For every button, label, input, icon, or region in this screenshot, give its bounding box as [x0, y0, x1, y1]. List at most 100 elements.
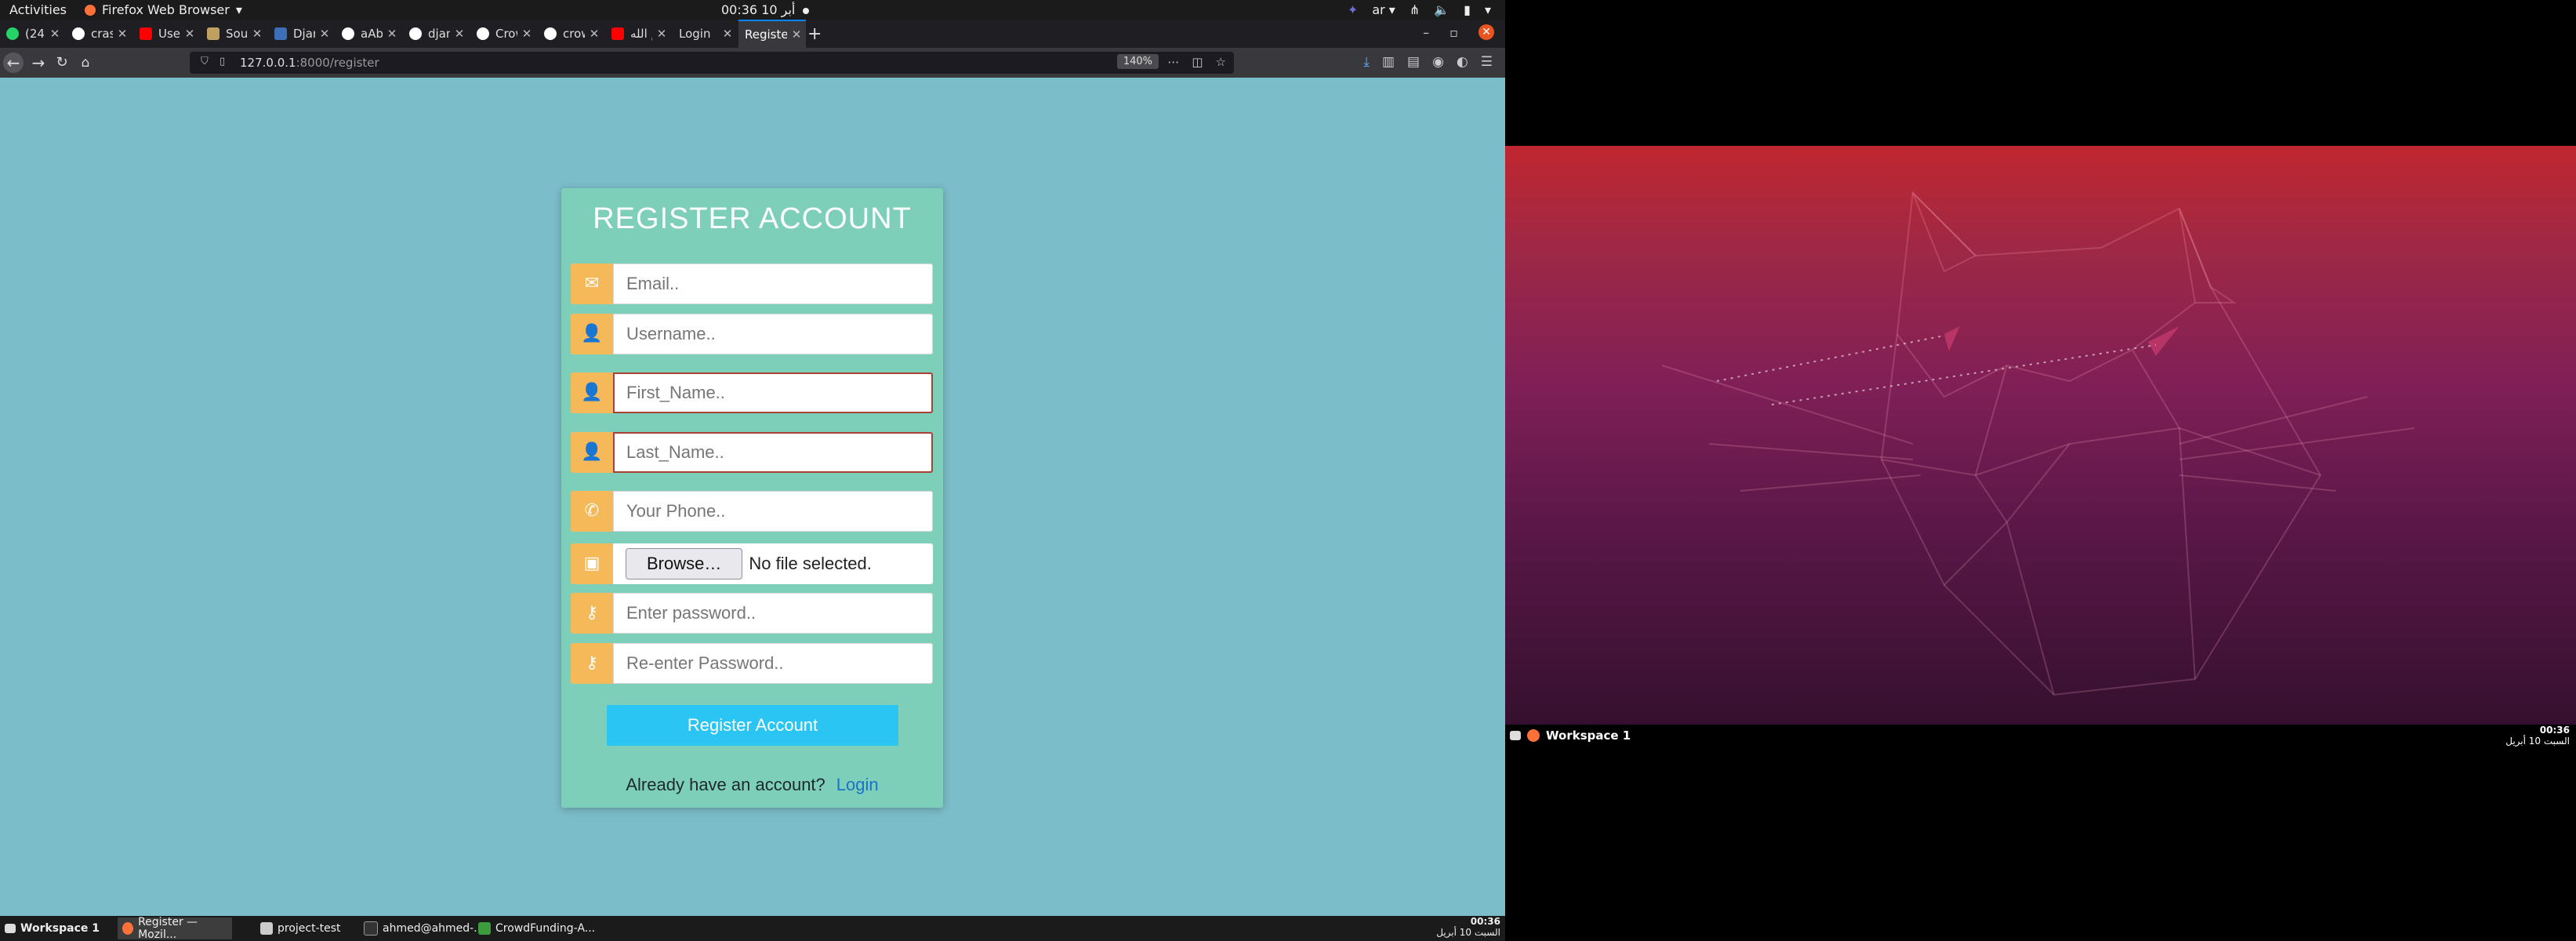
image-file-input[interactable]: Browse… No file selected.: [613, 543, 933, 584]
tracking-shield-icon[interactable]: ⛉: [201, 56, 209, 67]
top-clock[interactable]: 00:36 أبر 10: [721, 2, 810, 17]
close-window-button[interactable]: ✕: [1478, 24, 1494, 40]
pocket-icon[interactable]: ◫: [1192, 55, 1203, 69]
task-firefox-register[interactable]: Register — Mozil...: [118, 916, 232, 941]
workspace-label: Workspace 1: [20, 922, 100, 935]
tab-django-project[interactable]: Django Project✕: [268, 20, 334, 48]
workspace-switcher[interactable]: Workspace 1: [0, 917, 104, 939]
language-label: ar: [1372, 2, 1385, 17]
toolbar-icons: ⤓ ▥ ▤ ◉ ◐ ☰: [1363, 54, 1493, 70]
close-tab-icon[interactable]: ✕: [450, 27, 469, 41]
tab-whatsapp[interactable]: (24) WhatsApp✕: [0, 20, 64, 48]
login-prompt: Already have an account? Login: [561, 775, 943, 795]
focal-fossa-illustration: [1661, 191, 2415, 696]
new-tab-button[interactable]: +: [807, 24, 822, 44]
register-button[interactable]: Register Account: [607, 705, 898, 746]
downloads-icon[interactable]: ⤓: [1363, 54, 1370, 70]
close-tab-icon[interactable]: ✕: [45, 27, 64, 41]
ubuntu-wallpaper: [1505, 146, 2576, 725]
page-info-icon[interactable]: ▯: [220, 56, 225, 67]
document-icon: [274, 27, 287, 40]
close-tab-icon[interactable]: ✕: [585, 27, 604, 41]
url-host: 127.0.0.1: [240, 56, 296, 70]
phone-icon: ✆: [571, 491, 613, 532]
last-name-field[interactable]: [613, 432, 933, 473]
github-icon: [409, 27, 422, 40]
tab-django-crowd[interactable]: django_crowd✕: [403, 20, 469, 48]
minimize-button[interactable]: –: [1423, 25, 1429, 40]
close-tab-icon[interactable]: ✕: [718, 27, 737, 41]
task-pycharm[interactable]: CrowdFunding-A...: [473, 917, 600, 939]
battery-icon: ▮: [1464, 2, 1471, 17]
password-row: ⚷: [571, 593, 933, 634]
tab-crowd-funding[interactable]: Crowd-Funding✕: [470, 20, 536, 48]
login-link[interactable]: Login: [836, 775, 879, 794]
image-icon: ▣: [571, 543, 613, 584]
email-field[interactable]: [613, 263, 933, 304]
back-button[interactable]: ←: [3, 53, 24, 73]
close-tab-icon[interactable]: ✕: [652, 27, 671, 41]
password-field[interactable]: [613, 593, 933, 634]
tab-sourcecode[interactable]: SourceCode✕: [201, 20, 267, 48]
first-name-field[interactable]: [613, 372, 933, 413]
right-clock[interactable]: 00:36 السبت 10 أبريل: [2505, 725, 2570, 747]
system-tray[interactable]: ✦ ar ▾ ⋔ 🔈 ▮ ▾: [1348, 2, 1491, 17]
bookmark-star-icon[interactable]: ☆: [1216, 55, 1226, 69]
task-label: CrowdFunding-A...: [495, 922, 596, 935]
tab-youtube-audio[interactable]: ابراهيم الله✕: [605, 20, 671, 48]
close-tab-icon[interactable]: ✕: [248, 27, 267, 41]
tab-title: Django Project: [293, 27, 315, 41]
window-controls: – ▫ ✕: [1423, 24, 1494, 40]
zoom-level-badge[interactable]: 140%: [1116, 54, 1159, 69]
firefox-icon: [1527, 729, 1540, 742]
tab-aabdelnaby[interactable]: aAbdelnaby✕: [336, 20, 401, 48]
close-tab-icon[interactable]: ✕: [113, 27, 132, 41]
language-indicator[interactable]: ar ▾: [1372, 2, 1395, 17]
extension-icon[interactable]: ◉: [1432, 54, 1444, 70]
teams-icon[interactable]: ✦: [1348, 2, 1358, 17]
sidebar-icon[interactable]: ▤: [1407, 54, 1420, 70]
task-label: project-test: [278, 922, 341, 935]
username-field[interactable]: [613, 314, 933, 354]
taskbar-clock[interactable]: 00:36 السبت 10 أبريل: [1436, 916, 1500, 938]
right-workspace-switcher[interactable]: Workspace 1: [1510, 728, 1631, 743]
already-have-account-text: Already have an account?: [626, 775, 825, 794]
username-row: 👤: [571, 314, 933, 354]
close-tab-icon[interactable]: ✕: [787, 27, 806, 42]
close-tab-icon[interactable]: ✕: [180, 27, 199, 41]
task-label: ahmed@ahmed-...: [383, 922, 484, 935]
page-actions-icon[interactable]: ⋯: [1167, 55, 1179, 69]
forward-button[interactable]: →: [28, 53, 49, 73]
right-date: السبت 10 أبريل: [2505, 736, 2570, 747]
phone-field[interactable]: [613, 491, 933, 532]
url-bar[interactable]: ⛉ ▯ 127.0.0.1:8000/register 140% ⋯ ◫ ☆: [190, 52, 1234, 74]
close-tab-icon[interactable]: ✕: [315, 27, 334, 41]
tab-register[interactable]: Register✕: [738, 20, 806, 48]
close-tab-icon[interactable]: ✕: [517, 27, 536, 41]
envelope-icon: ✉: [571, 263, 613, 304]
page-content: REGISTER ACCOUNT ✉ 👤 👤 👤 ✆: [0, 78, 1505, 916]
maximize-button[interactable]: ▫: [1449, 25, 1458, 40]
tab-user-registration[interactable]: User Registration✕: [133, 20, 199, 48]
hamburger-menu-icon[interactable]: ☰: [1481, 54, 1493, 70]
reload-button[interactable]: ↻: [52, 53, 72, 73]
repassword-field[interactable]: [613, 643, 933, 684]
home-button[interactable]: ⌂: [75, 53, 96, 73]
tab-crash-course[interactable]: crash-course✕: [66, 20, 132, 48]
url-actions: ⋯ ◫ ☆: [1167, 55, 1226, 69]
account-icon[interactable]: ◐: [1457, 54, 1468, 70]
activities-button[interactable]: Activities: [9, 2, 67, 17]
task-project-test[interactable]: project-test: [256, 917, 346, 939]
tab-login[interactable]: Login ✕: [673, 20, 737, 48]
library-icon[interactable]: ▥: [1382, 54, 1395, 70]
browse-button[interactable]: Browse…: [626, 548, 743, 579]
first-name-row: 👤: [571, 372, 933, 413]
repassword-row: ⚷: [571, 643, 933, 684]
app-menu[interactable]: Firefox Web Browser ▾: [85, 2, 242, 17]
close-tab-icon[interactable]: ✕: [383, 27, 401, 41]
power-menu-icon[interactable]: ▾: [1485, 2, 1491, 17]
task-terminal[interactable]: ahmed@ahmed-...: [359, 917, 489, 939]
tab-crowdfunding[interactable]: crowdFunding✕: [538, 20, 604, 48]
right-panel: Workspace 1 00:36 السبت 10 أبريل: [1505, 725, 2576, 748]
url-text[interactable]: 127.0.0.1:8000/register: [240, 56, 379, 70]
